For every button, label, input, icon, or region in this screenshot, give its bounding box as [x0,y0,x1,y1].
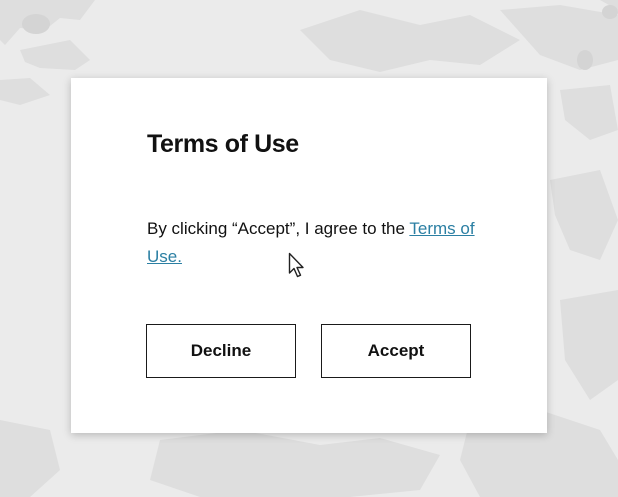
message-text: By clicking “Accept”, I agree to the [147,219,410,238]
terms-dialog: Terms of Use By clicking “Accept”, I agr… [71,78,547,433]
dialog-message: By clicking “Accept”, I agree to the Ter… [147,215,477,271]
accept-button[interactable]: Accept [321,324,471,378]
decline-button[interactable]: Decline [146,324,296,378]
dialog-title: Terms of Use [147,130,299,158]
